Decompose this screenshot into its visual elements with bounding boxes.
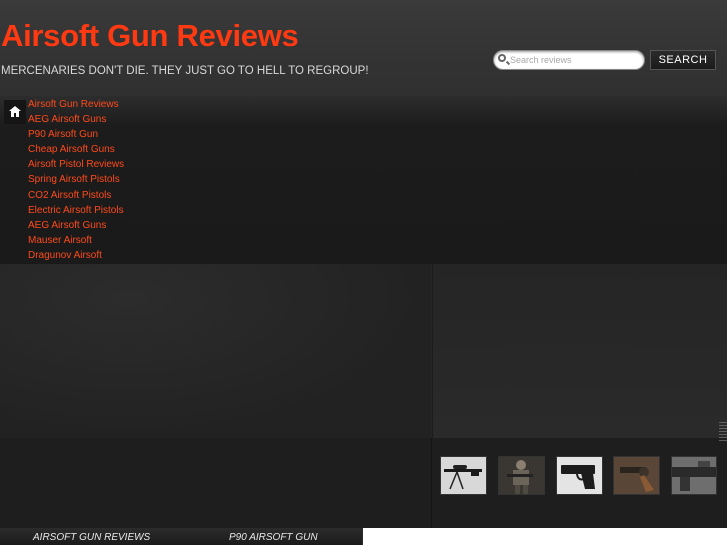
divider: [431, 438, 432, 528]
pistol-thumbnail[interactable]: [556, 456, 603, 495]
site-tagline: MERCENARIES DON'T DIE. THEY JUST GO TO H…: [1, 65, 369, 77]
nav-item-cheap-airsoft-guns[interactable]: Cheap Airsoft Guns: [28, 142, 124, 157]
sniper-rifle-thumbnail[interactable]: [440, 456, 487, 495]
footer-link-p90-airsoft-gun[interactable]: P90 AIRSOFT GUN: [229, 532, 318, 543]
main-navigation: Airsoft Gun Reviews AEG Airsoft Guns P90…: [0, 96, 727, 264]
content-area: [363, 528, 727, 545]
featured-sidebar: [432, 264, 727, 438]
home-button[interactable]: [4, 100, 26, 124]
nav-item-aeg-airsoft-guns-2[interactable]: AEG Airsoft Guns: [28, 218, 124, 233]
nav-item-airsoft-gun-reviews[interactable]: Airsoft Gun Reviews: [28, 97, 124, 112]
site-header: Airsoft Gun Reviews MERCENARIES DON'T DI…: [0, 0, 727, 96]
featured-area: [0, 264, 727, 528]
nav-item-spring-airsoft-pistols[interactable]: Spring Airsoft Pistols: [28, 172, 124, 187]
nav-item-co2-airsoft-pistols[interactable]: CO2 Airsoft Pistols: [28, 188, 124, 203]
revolver-thumbnail[interactable]: [613, 456, 660, 495]
resize-grip[interactable]: [719, 422, 727, 442]
thumbnail-strip: [0, 438, 727, 528]
nav-item-mauser-airsoft[interactable]: Mauser Airsoft: [28, 233, 124, 248]
soldier-thumbnail[interactable]: [498, 456, 545, 495]
nav-item-aeg-airsoft-guns[interactable]: AEG Airsoft Guns: [28, 112, 124, 127]
search-input[interactable]: [510, 52, 638, 67]
site-title[interactable]: Airsoft Gun Reviews: [1, 18, 299, 54]
nav-item-p90-airsoft-gun[interactable]: P90 Airsoft Gun: [28, 127, 124, 142]
featured-slide: [0, 264, 431, 438]
search-icon: [498, 54, 506, 62]
footer-navigation: AIRSOFT GUN REVIEWS P90 AIRSOFT GUN: [0, 528, 362, 545]
rifle-closeup-thumbnail[interactable]: [671, 456, 717, 495]
nav-item-electric-airsoft-pistols[interactable]: Electric Airsoft Pistols: [28, 203, 124, 218]
search-button[interactable]: SEARCH: [650, 50, 716, 70]
footer-link-airsoft-gun-reviews[interactable]: AIRSOFT GUN REVIEWS: [33, 532, 150, 543]
nav-item-dragunov-airsoft[interactable]: Dragunov Airsoft: [28, 248, 124, 263]
nav-list: Airsoft Gun Reviews AEG Airsoft Guns P90…: [28, 97, 124, 263]
home-icon: [9, 106, 21, 117]
nav-item-airsoft-pistol-reviews[interactable]: Airsoft Pistol Reviews: [28, 157, 124, 172]
search-box[interactable]: [493, 50, 645, 70]
